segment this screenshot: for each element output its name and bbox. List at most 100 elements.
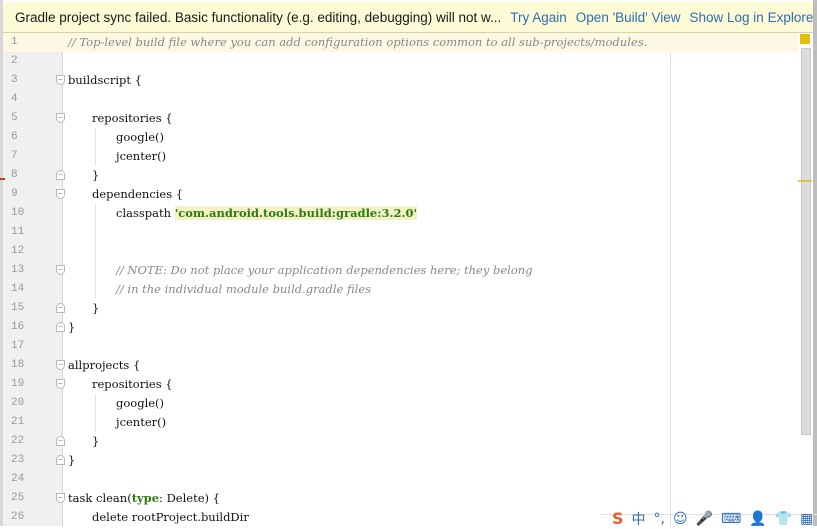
code-line[interactable]: 13 − // NOTE: Do not place your applicatio…	[3, 261, 798, 280]
code-comment: // NOTE: Do not place your application d…	[116, 263, 533, 277]
code-text: dependencies {	[92, 187, 184, 201]
punctuation-icon[interactable]: °,	[654, 511, 665, 527]
code-text: repositories {	[92, 377, 173, 391]
code-line[interactable]: 19 − repositories {	[3, 375, 798, 394]
skin-icon[interactable]: 👕	[775, 511, 792, 527]
line-number: 12	[11, 245, 25, 257]
code-line[interactable]: 1 // Top-level build file where you can a…	[3, 33, 798, 52]
warning-stripe-marker[interactable]	[798, 180, 812, 182]
code-line[interactable]: 3 − buildscript {	[3, 71, 798, 90]
line-number: 24	[11, 473, 25, 485]
banner-message: Gradle project sync failed. Basic functi…	[15, 9, 502, 25]
line-number: 20	[11, 397, 25, 409]
code-line[interactable]: 8 −}	[3, 166, 798, 185]
code-text: jcenter()	[116, 149, 167, 163]
fold-end-icon[interactable]: −	[56, 322, 65, 332]
fold-collapse-icon[interactable]: −	[56, 113, 65, 123]
fold-end-icon[interactable]: −	[56, 455, 65, 465]
fold-collapse-icon[interactable]: −	[56, 265, 65, 275]
line-number: 10	[11, 207, 25, 219]
line-number: 8	[11, 169, 18, 181]
user-icon[interactable]: 👤	[749, 511, 766, 527]
code-line[interactable]: 4	[3, 90, 798, 109]
code-line[interactable]: 11	[3, 223, 798, 242]
code-line[interactable]: 15 −}	[3, 299, 798, 318]
line-number: 25	[11, 492, 25, 504]
fold-collapse-icon[interactable]: −	[56, 379, 65, 389]
code-line[interactable]: 21 jcenter()	[3, 413, 798, 432]
code-line[interactable]: 17	[3, 337, 798, 356]
code-text: task clean(type: Delete) {	[68, 491, 220, 505]
code-line[interactable]: 2	[3, 52, 798, 71]
code-comment: // in the individual module build.gradle…	[116, 282, 372, 296]
emoji-icon[interactable]: ☺	[673, 511, 688, 527]
code-text: }	[92, 168, 100, 182]
code-comment: // Top-level build file where you can ad…	[68, 35, 648, 49]
code-line[interactable]: 22 −}	[3, 432, 798, 451]
indent-guide	[95, 204, 96, 299]
fold-end-icon[interactable]: −	[56, 436, 65, 446]
code-text: allprojects {	[68, 358, 141, 372]
line-number: 2	[11, 55, 18, 67]
fold-end-icon[interactable]: −	[56, 170, 65, 180]
window-right-edge	[813, 0, 817, 526]
voice-icon[interactable]: 🎤	[696, 511, 713, 527]
fold-end-icon[interactable]: −	[56, 303, 65, 313]
line-number: 1	[11, 36, 18, 48]
fold-collapse-icon[interactable]: −	[56, 360, 65, 370]
inspection-warning-icon[interactable]	[800, 34, 810, 44]
string-literal: 'com.android.tools.build:gradle:3.2.0'	[174, 206, 418, 220]
line-number: 14	[11, 283, 25, 295]
code-text: }	[68, 453, 76, 467]
line-number: 16	[11, 321, 25, 333]
line-number: 4	[11, 93, 18, 105]
code-line[interactable]: 18 − allprojects {	[3, 356, 798, 375]
fold-collapse-icon[interactable]: −	[56, 189, 65, 199]
line-number: 6	[11, 131, 18, 143]
open-build-view-link[interactable]: Open 'Build' View	[576, 10, 681, 25]
code-text: google()	[116, 130, 165, 144]
show-log-in-explorer-link[interactable]: Show Log in Explorer	[690, 10, 817, 25]
code-line[interactable]: 12	[3, 242, 798, 261]
code-text: }	[68, 320, 76, 334]
sogou-ime-icon[interactable]: S	[612, 509, 624, 528]
code-line[interactable]: 20 google()	[3, 394, 798, 413]
code-line[interactable]: 25 − task clean(type: Delete) {	[3, 489, 798, 508]
indent-guide	[95, 128, 96, 166]
line-number: 23	[11, 454, 25, 466]
line-number: 17	[11, 340, 25, 352]
line-number: 3	[11, 74, 18, 86]
code-line[interactable]: 24	[3, 470, 798, 489]
code-line[interactable]: 9 − dependencies {	[3, 185, 798, 204]
toolbox-icon[interactable]: ▦	[800, 511, 813, 527]
code-line[interactable]: 10 classpath 'com.android.tools.build:gra…	[3, 204, 798, 223]
keyboard-icon[interactable]: ⌨	[721, 511, 741, 527]
fold-collapse-icon[interactable]: −	[56, 493, 65, 503]
code-line[interactable]: 5 − repositories {	[3, 109, 798, 128]
line-number: 18	[11, 359, 25, 371]
code-text: delete rootProject.buildDir	[92, 510, 249, 524]
line-number: 9	[11, 188, 18, 200]
code-line[interactable]: 7 jcenter()	[3, 147, 798, 166]
line-number: 26	[11, 511, 25, 523]
code-line[interactable]: 14 // in the individual module build.grad…	[3, 280, 798, 299]
sync-failed-banner: Gradle project sync failed. Basic functi…	[3, 2, 817, 33]
code-text: }	[92, 434, 100, 448]
line-number: 7	[11, 150, 18, 162]
code-line[interactable]: 6 google()	[3, 128, 798, 147]
line-number: 19	[11, 378, 25, 390]
line-number: 21	[11, 416, 25, 428]
line-number: 5	[11, 112, 18, 124]
code-text: google()	[116, 396, 165, 410]
line-number: 22	[11, 435, 25, 447]
try-again-link[interactable]: Try Again	[510, 10, 567, 25]
code-editor[interactable]: 1 // Top-level build file where you can a…	[3, 33, 798, 526]
named-argument: type	[131, 491, 160, 505]
code-text: classpath 'com.android.tools.build:gradl…	[116, 206, 418, 220]
vertical-scrollbar[interactable]	[801, 48, 811, 435]
code-line[interactable]: 23 −}	[3, 451, 798, 470]
line-number: 13	[11, 264, 25, 276]
code-line[interactable]: 16 −}	[3, 318, 798, 337]
fold-collapse-icon[interactable]: −	[56, 75, 65, 85]
code-text: buildscript {	[68, 73, 142, 87]
